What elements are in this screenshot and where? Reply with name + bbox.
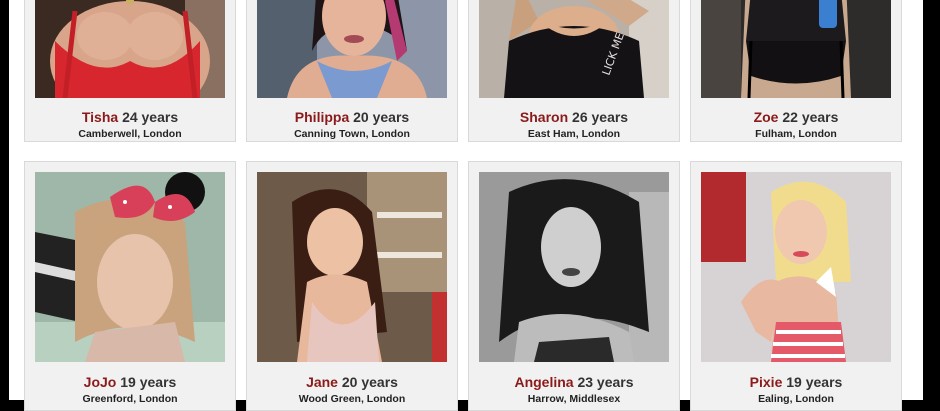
profile-location: Camberwell, London <box>78 128 182 140</box>
profile-card-pixie[interactable]: Pixie 19 years Ealing, London <box>690 161 902 411</box>
profile-location: Fulham, London <box>755 128 837 140</box>
profile-age: 19 years <box>120 374 177 390</box>
profile-location: East Ham, London <box>527 128 621 140</box>
profile-age: 26 years <box>572 109 629 125</box>
profile-name-line[interactable]: Angelina 23 years <box>469 374 679 390</box>
profile-card-zoe[interactable]: Zoe 22 years Fulham, London <box>690 0 902 142</box>
profile-photo[interactable] <box>257 172 447 362</box>
profile-age: 20 years <box>353 109 410 125</box>
profile-name-line[interactable]: JoJo 19 years <box>25 374 235 390</box>
profile-photo[interactable] <box>257 0 447 98</box>
profile-grid-page: Tisha 24 years Camberwell, London Philip… <box>9 0 923 411</box>
profile-card-philippa[interactable]: Philippa 20 years Canning Town, London <box>246 0 458 142</box>
profile-card-tisha[interactable]: Tisha 24 years Camberwell, London <box>24 0 236 142</box>
profile-name-line[interactable]: Pixie 19 years <box>691 374 901 390</box>
profile-name[interactable]: Philippa <box>295 109 349 125</box>
profile-age: 22 years <box>782 109 839 125</box>
profile-name[interactable]: Pixie <box>750 374 783 390</box>
profile-name[interactable]: Zoe <box>754 109 779 125</box>
profile-age: 19 years <box>786 374 843 390</box>
profile-name[interactable]: Jane <box>306 374 338 390</box>
profile-age: 23 years <box>577 374 634 390</box>
profile-location: Greenford, London <box>82 393 178 405</box>
profile-photo[interactable] <box>479 172 669 362</box>
profile-card-jane[interactable]: Jane 20 years Wood Green, London <box>246 161 458 411</box>
profile-photo[interactable] <box>701 172 891 362</box>
profile-name[interactable]: JoJo <box>84 374 117 390</box>
profile-age: 24 years <box>122 109 179 125</box>
profile-location: Canning Town, London <box>294 128 410 140</box>
profile-name-line[interactable]: Tisha 24 years <box>25 109 235 125</box>
profile-name-line[interactable]: Jane 20 years <box>247 374 457 390</box>
profile-card-angelina[interactable]: Angelina 23 years Harrow, Middlesex <box>468 161 680 411</box>
profile-photo[interactable] <box>701 0 891 98</box>
profile-name-line[interactable]: Sharon 26 years <box>469 109 679 125</box>
profile-card-sharon[interactable]: LICK ME Sharon 26 years East Ham, London <box>468 0 680 142</box>
profile-name-line[interactable]: Philippa 20 years <box>247 109 457 125</box>
profile-name[interactable]: Sharon <box>520 109 568 125</box>
profile-name[interactable]: Angelina <box>514 374 573 390</box>
profile-location: Harrow, Middlesex <box>527 393 621 405</box>
profile-name[interactable]: Tisha <box>82 109 118 125</box>
profile-photo[interactable] <box>35 0 225 98</box>
profile-card-jojo[interactable]: JoJo 19 years Greenford, London <box>24 161 236 411</box>
profile-photo[interactable] <box>35 172 225 362</box>
profile-location: Ealing, London <box>758 393 834 405</box>
profile-location: Wood Green, London <box>298 393 406 405</box>
profile-name-line[interactable]: Zoe 22 years <box>691 109 901 125</box>
profile-age: 20 years <box>341 374 398 390</box>
profile-photo[interactable]: LICK ME <box>479 0 669 98</box>
